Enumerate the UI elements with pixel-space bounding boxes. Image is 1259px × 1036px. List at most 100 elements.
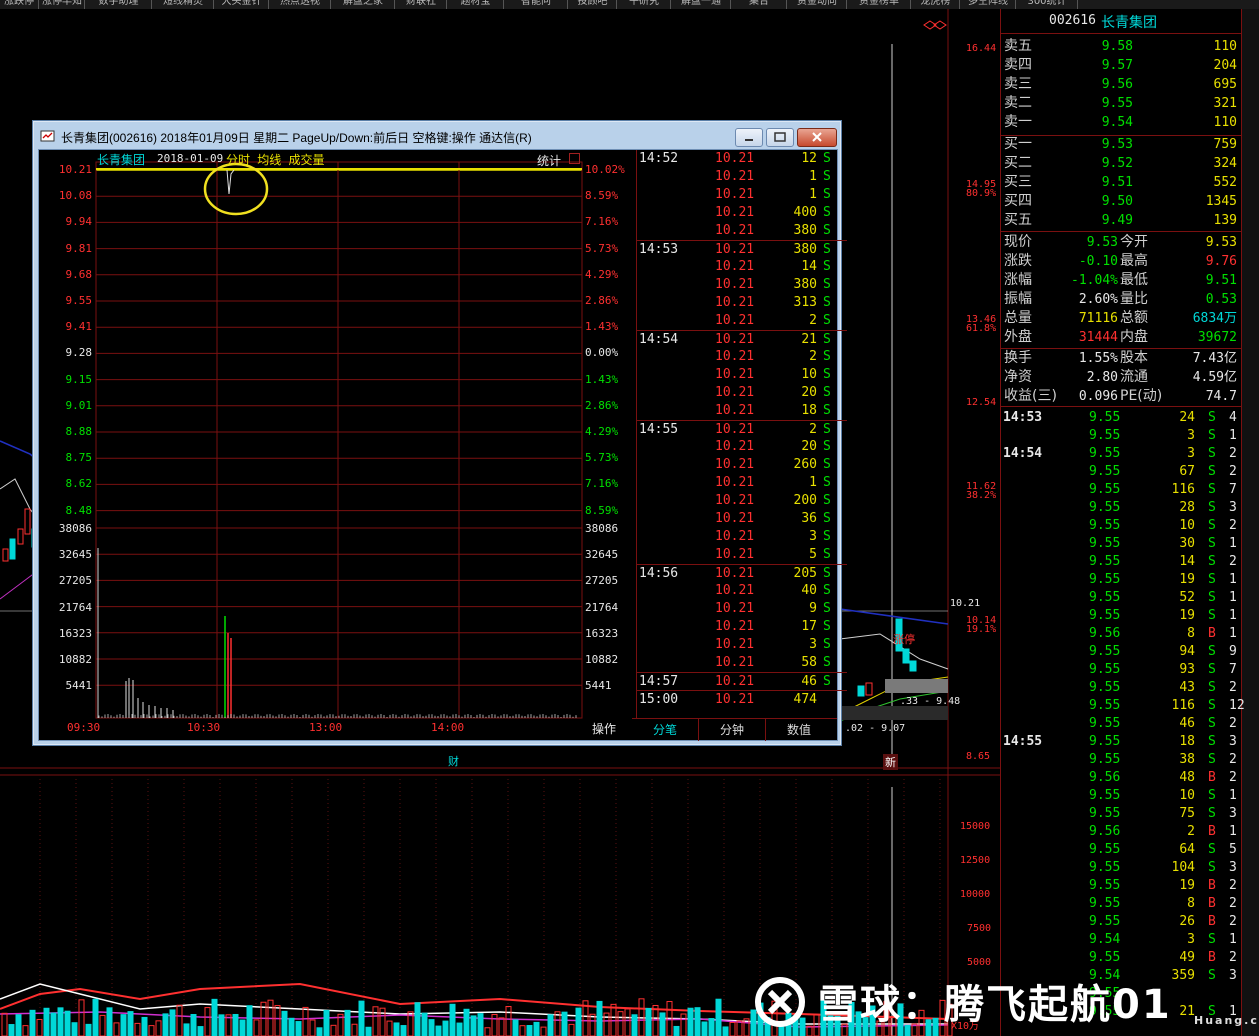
tick-row: 10.21 14 S <box>637 258 847 276</box>
buy-price: 9.52 <box>1101 156 1133 171</box>
tick-list[interactable]: 14:52 10.21 12 S 10.21 1 S 10.21 1 S 10.21 400 S 10.2… <box>636 150 847 718</box>
divider <box>1001 406 1241 407</box>
toolbar-item[interactable]: 大头金针 <box>215 0 269 9</box>
minimize-button[interactable] <box>735 128 763 147</box>
tick-row: 10.21 36 S <box>637 510 847 528</box>
sell-level: 卖三 9.56 695 <box>1001 75 1241 94</box>
volume-bar <box>281 1010 288 1036</box>
new-marker[interactable]: 新 <box>883 754 898 770</box>
tick-time: 14:55 <box>639 422 679 437</box>
volume-bar <box>85 1023 92 1036</box>
tab-fenbi[interactable]: 分笔 <box>632 719 699 741</box>
action-button[interactable]: 操作 <box>592 720 616 737</box>
stat-value: 1.55% <box>1078 351 1118 366</box>
tick-row: 10.21 1 S <box>637 474 847 492</box>
sell-volume: 110 <box>1213 39 1237 54</box>
range-box <box>885 679 948 693</box>
trade-price: 9.55 <box>1089 698 1121 713</box>
tick-volume: 260 <box>793 457 817 472</box>
tick-price: 10.21 <box>715 493 755 508</box>
toolbar-item[interactable]: 财联社 <box>396 0 447 9</box>
toolbar-item[interactable]: 涨停早知 <box>40 0 85 9</box>
tick-side: S <box>823 259 831 274</box>
tick-side: S <box>823 547 831 562</box>
tab-fenzhong[interactable]: 分钟 <box>699 719 766 741</box>
buy-level: 买五 9.49 139 <box>1001 211 1241 230</box>
volume-bar <box>715 998 722 1036</box>
trade-price: 9.55 <box>1089 950 1121 965</box>
stats-toggle-icon[interactable] <box>569 153 580 164</box>
sell-label: 卖一 <box>1004 114 1032 130</box>
stat-label: 总量 <box>1004 310 1032 326</box>
minute-chart-dialog[interactable]: 长青集团(002616) 2018年01月09日 星期二 PageUp/Down… <box>32 120 847 746</box>
toolbar-item[interactable]: 解盘之家 <box>332 0 395 9</box>
close-button[interactable] <box>797 128 837 147</box>
toolbar-item[interactable]: 300统计 <box>1017 0 1078 9</box>
tick-row: 10.21 1 S <box>637 168 847 186</box>
tick-price: 10.21 <box>715 529 755 544</box>
percent-tick-label: 5.73% <box>585 241 619 255</box>
tick-side: S <box>823 332 831 347</box>
close-icon <box>812 132 822 142</box>
tick-volume: 14 <box>801 259 817 274</box>
toolbar-item[interactable]: 多空阵线 <box>961 0 1016 9</box>
volume-bar <box>365 1026 372 1036</box>
toolbar-item[interactable]: 解盘一通 <box>672 0 731 9</box>
trade-count: 2 <box>1229 878 1237 893</box>
toolbar-item[interactable]: 热点透视 <box>270 0 331 9</box>
trade-volume: 3 <box>1187 428 1195 443</box>
trade-count: 3 <box>1229 806 1237 821</box>
trade-side: S <box>1208 932 1216 947</box>
toolbar-item[interactable]: 涨跌停 <box>0 0 39 9</box>
price-axis-label: 12.54 <box>966 397 997 408</box>
volume-bar <box>463 1008 470 1036</box>
volume-bar <box>50 1012 57 1036</box>
volume-bar <box>302 1006 309 1036</box>
tick-volume: 205 <box>793 566 817 581</box>
trade-volume: 8 <box>1187 896 1195 911</box>
toolbar-item[interactable]: 题材宝 <box>448 0 504 9</box>
trade-side: S <box>1208 644 1216 659</box>
trade-side: S <box>1208 680 1216 695</box>
price-axis-label: 8.65 <box>966 751 991 762</box>
trade-side: S <box>1208 968 1216 983</box>
tick-volume: 10 <box>801 367 817 382</box>
sell-price: 9.57 <box>1101 58 1133 73</box>
toolbar-item[interactable]: 资金榜单 <box>848 0 911 9</box>
toolbar-item[interactable]: 午研究 <box>618 0 671 9</box>
volume-bar <box>309 1019 316 1036</box>
tick-row: 10.21 20 S <box>637 438 847 456</box>
tick-side: S <box>823 637 831 652</box>
volume-bar <box>470 1015 477 1036</box>
chart-frame <box>95 161 583 719</box>
finance-marker[interactable]: 财 <box>448 753 459 769</box>
maximize-button[interactable] <box>766 128 794 147</box>
toolbar-item[interactable]: 集合 <box>732 0 787 9</box>
volume-axis-label: 7500 <box>967 923 992 934</box>
toolbar-item[interactable]: 短线精灵 <box>153 0 214 9</box>
trade-row: 9.55 116 S 12 <box>1001 697 1259 715</box>
tick-price: 10.21 <box>715 619 755 634</box>
trade-price: 9.55 <box>1089 410 1121 425</box>
stats-button[interactable]: 统计 <box>537 152 561 169</box>
trade-row: 9.55 104 S 3 <box>1001 859 1259 877</box>
dialog-titlebar[interactable]: 长青集团(002616) 2018年01月09日 星期二 PageUp/Down… <box>33 121 841 149</box>
toolbar-item[interactable]: 数字助理 <box>86 0 152 9</box>
trade-row: 9.55 67 S 2 <box>1001 463 1259 481</box>
trade-volume: 30 <box>1179 536 1195 551</box>
buy-label: 买二 <box>1004 155 1032 171</box>
volume-bar <box>323 1009 330 1036</box>
tick-price: 10.21 <box>715 403 755 418</box>
toolbar-item[interactable]: 资金动向 <box>788 0 847 9</box>
tab-shuzhi[interactable]: 数值 <box>766 719 832 741</box>
toolbar-item[interactable]: 龙虎榜 <box>912 0 960 9</box>
trade-row: 9.55 75 S 3 <box>1001 805 1259 823</box>
trade-count: 1 <box>1229 572 1237 587</box>
stat-value: 9.53 <box>1205 235 1237 250</box>
trade-volume: 67 <box>1179 464 1195 479</box>
toolbar-item[interactable]: 智能问 <box>505 0 568 9</box>
tick-time: 15:00 <box>639 692 679 707</box>
candle <box>17 528 24 545</box>
toolbar-item[interactable]: 投顾吧 <box>569 0 617 9</box>
trade-count: 1 <box>1229 428 1237 443</box>
